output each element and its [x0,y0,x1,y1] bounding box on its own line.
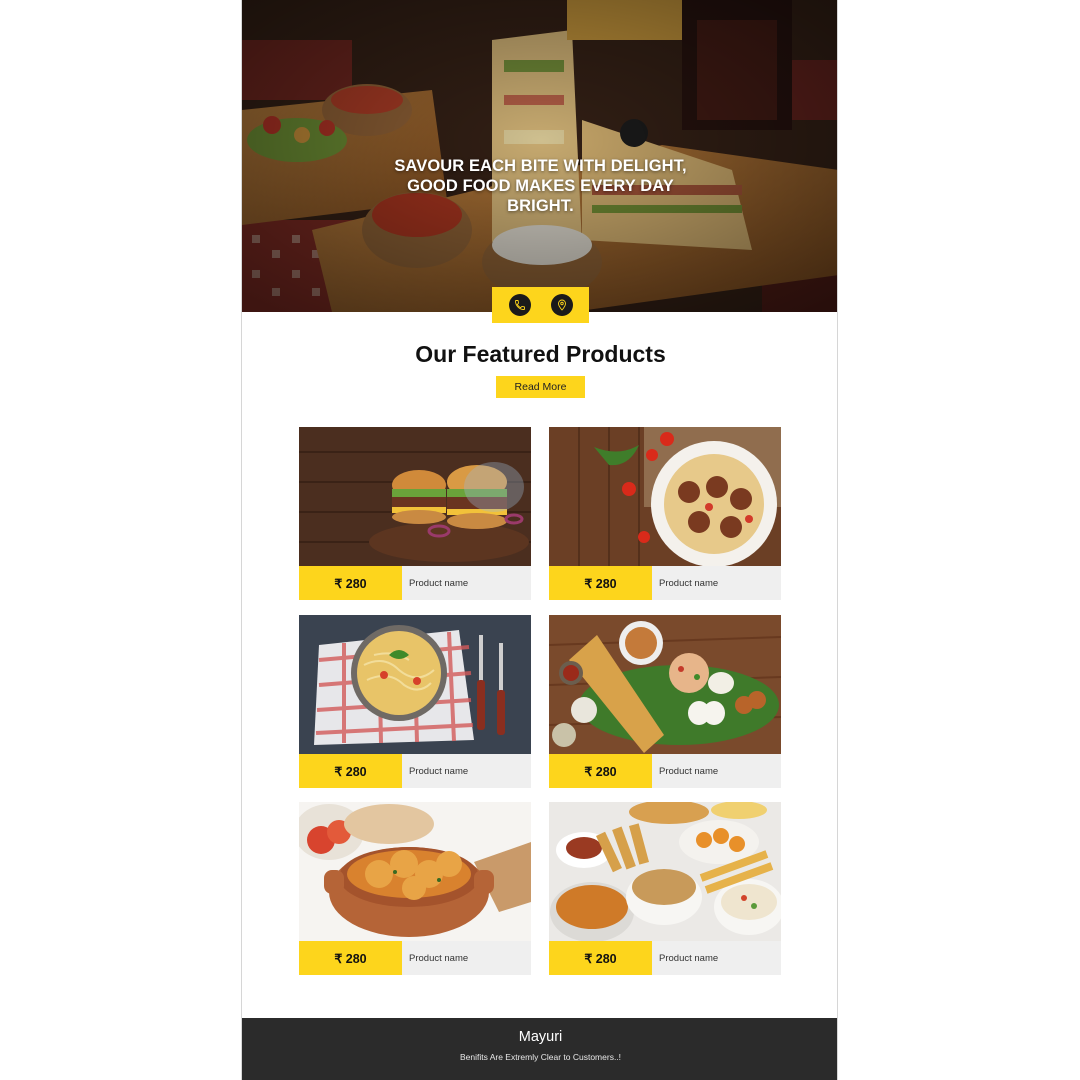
product-price: ₹ 280 [549,754,652,788]
read-more-button[interactable]: Read More [496,376,585,398]
product-name[interactable]: Product name [402,566,531,600]
footer-tagline: Benifits Are Extremly Clear to Customers… [459,1052,622,1062]
product-photo-pasta[interactable] [549,427,781,566]
hero-headline-line-2: GOOD FOOD MAKES EVERY DAY [407,177,674,195]
snacks-platter-image [549,802,781,941]
product-card[interactable]: ₹ 280 Product name [299,427,531,600]
product-card[interactable]: ₹ 280 Product name [299,802,531,975]
phone-icon[interactable] [508,294,531,316]
product-photo-dum-aloo[interactable] [299,802,531,941]
product-price: ₹ 280 [299,941,402,975]
noodles-image [299,615,531,754]
hero-headline-line-1: SAVOUR EACH BITE WITH DELIGHT, [394,157,687,175]
product-card[interactable]: ₹ 280 Product name [549,802,781,975]
hero-headline: SAVOUR EACH BITE WITH DELIGHT, GOOD FOOD… [242,156,837,216]
footer-brand-name: Mayuri [518,1029,563,1045]
product-card[interactable]: ₹ 280 Product name [299,615,531,788]
product-card[interactable]: ₹ 280 Product name [549,615,781,788]
product-name[interactable]: Product name [402,941,531,975]
page-container: SAVOUR EACH BITE WITH DELIGHT, GOOD FOOD… [241,0,838,1080]
pasta-image [549,427,781,566]
product-name[interactable]: Product name [652,941,781,975]
product-photo-burgers[interactable] [299,427,531,566]
product-photo-snacks[interactable] [549,802,781,941]
hero-headline-line-3: BRIGHT. [507,197,574,215]
product-price: ₹ 280 [299,754,402,788]
product-price: ₹ 280 [549,941,652,975]
product-photo-noodles[interactable] [299,615,531,754]
product-card[interactable]: ₹ 280 Product name [549,427,781,600]
product-name[interactable]: Product name [652,566,781,600]
featured-products-heading: Our Featured Products [415,341,666,367]
phone-glyph [514,300,525,310]
footer: Mayuri Benifits Are Extremly Clear to Cu… [242,1018,837,1080]
dosa-thali-image [549,615,781,754]
product-price: ₹ 280 [549,566,652,600]
hero-banner: SAVOUR EACH BITE WITH DELIGHT, GOOD FOOD… [242,0,837,312]
product-price: ₹ 280 [299,566,402,600]
dum-aloo-image [299,802,531,941]
location-pin-icon[interactable] [550,294,573,316]
product-photo-dosa[interactable] [549,615,781,754]
product-name[interactable]: Product name [652,754,781,788]
product-name[interactable]: Product name [402,754,531,788]
product-grid: ₹ 280 Product name ₹ 280 Product name ₹ … [299,427,781,975]
contact-icon-bar [492,287,589,323]
location-pin-glyph [557,299,566,311]
burgers-image [299,427,531,566]
